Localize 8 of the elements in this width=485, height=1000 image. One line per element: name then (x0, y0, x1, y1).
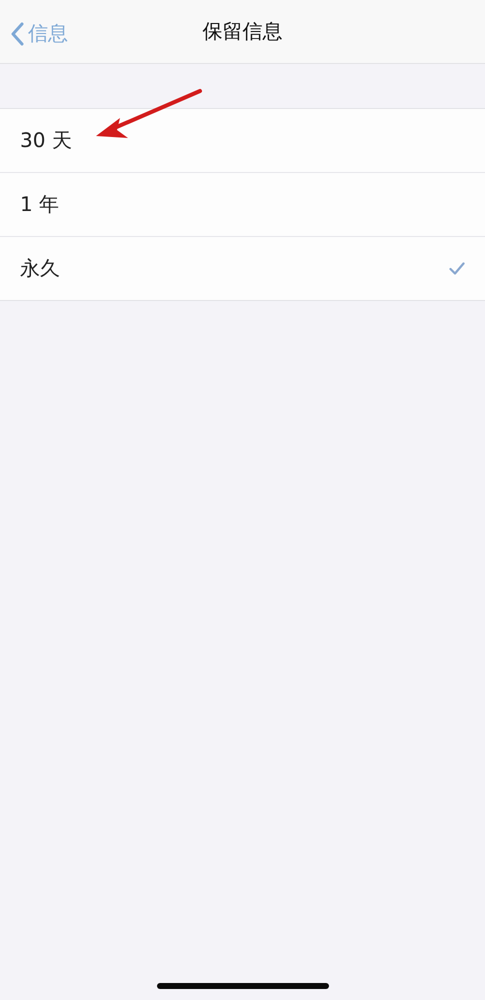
option-label: 永久 (20, 255, 60, 282)
back-icon (10, 22, 24, 46)
option-label: 1 年 (20, 191, 60, 218)
option-label: 30 天 (20, 127, 72, 154)
option-row[interactable]: 永久 (0, 236, 485, 300)
option-row[interactable]: 1 年 (0, 172, 485, 236)
screen-title: 保留信息 (202, 18, 282, 45)
option-row[interactable]: 30 天 (0, 109, 485, 172)
